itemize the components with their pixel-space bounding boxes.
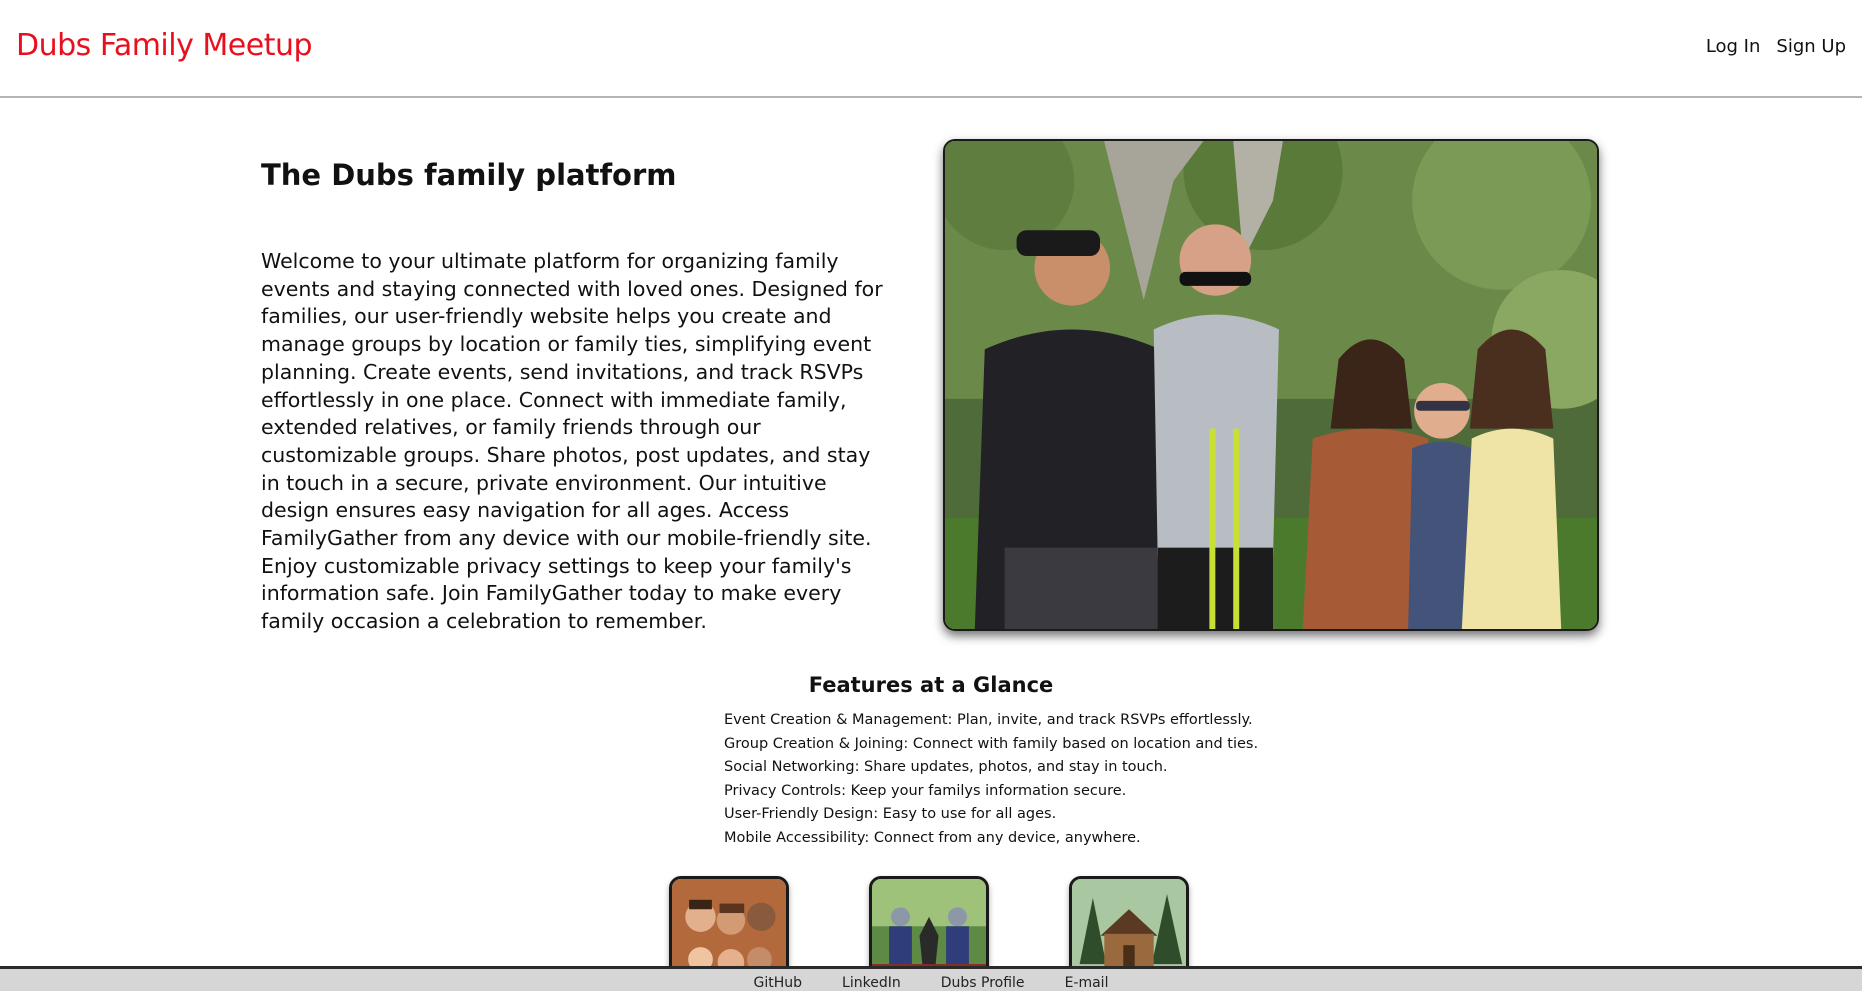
footer-bar: GitHub LinkedIn Dubs Profile E-mail <box>0 966 1862 991</box>
feature-thumbnails <box>0 876 1862 986</box>
hero-title: The Dubs family platform <box>261 158 677 192</box>
dubs-profile-link[interactable]: Dubs Profile <box>941 969 1025 991</box>
features-title: Features at a Glance <box>808 673 1054 697</box>
feature-item: Group Creation & Joining: Connect with f… <box>724 735 1259 752</box>
feature-item: Privacy Controls: Keep your familys info… <box>724 782 1127 799</box>
family-photo <box>943 139 1599 631</box>
linkedin-link[interactable]: LinkedIn <box>842 969 901 991</box>
features-list: Event Creation & Management: Plan, invit… <box>724 709 1258 850</box>
top-navbar: Dubs Family Meetup Log In Sign Up <box>0 0 1862 98</box>
hero-description: Welcome to your ultimate platform for or… <box>261 249 883 634</box>
login-link[interactable]: Log In <box>1706 36 1761 57</box>
feature-item: User-Friendly Design: Easy to use for al… <box>724 806 1057 822</box>
signup-link[interactable]: Sign Up <box>1776 36 1846 57</box>
feature-item: Social Networking: Share updates, photos… <box>724 759 1168 775</box>
feature-item: Event Creation & Management: Plan, invit… <box>724 712 1253 728</box>
feature-item: Mobile Accessibility: Connect from any d… <box>724 829 1141 846</box>
email-link[interactable]: E-mail <box>1065 969 1109 991</box>
auth-links: Log In Sign Up <box>1706 36 1846 57</box>
brand-logo-link[interactable]: Dubs Family Meetup <box>16 28 313 63</box>
github-link[interactable]: GitHub <box>754 969 803 991</box>
